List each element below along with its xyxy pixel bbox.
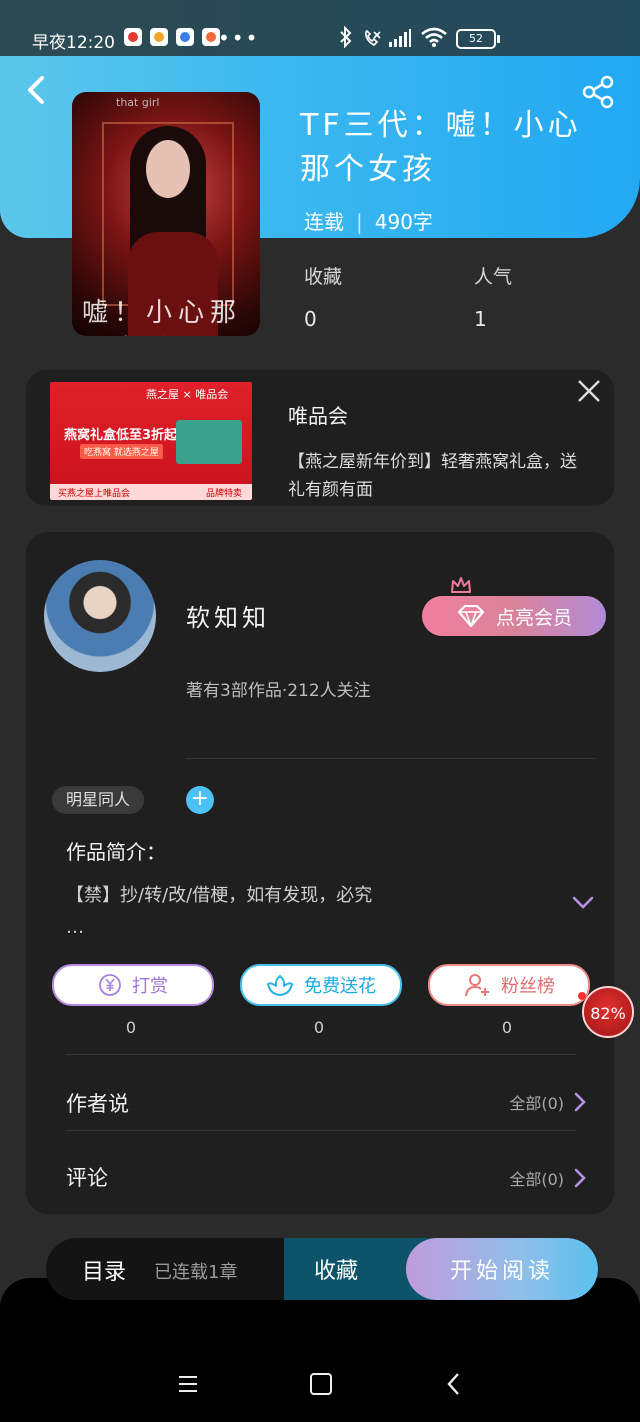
chevron-right-icon: [574, 1092, 586, 1112]
fans-count: 0: [501, 1018, 513, 1037]
notification-app-icon: [124, 28, 142, 46]
table-of-contents-button[interactable]: 目录: [82, 1254, 126, 1286]
chapter-count: 已连载1章: [154, 1262, 238, 1283]
notification-app-icon: [176, 28, 194, 46]
flower-count: 0: [313, 1018, 325, 1037]
favorites-label: 收藏: [304, 266, 343, 288]
user-icon: [465, 974, 489, 997]
more-notifications-icon: •••: [218, 26, 260, 50]
send-flower-button[interactable]: 免费送花: [240, 964, 402, 1006]
book-status-line: 连载 | 490字: [304, 206, 433, 235]
reward-count: 0: [125, 1018, 137, 1037]
cover-top-text: that girl: [116, 96, 160, 109]
reward-button[interactable]: 打赏: [52, 964, 214, 1006]
favorites-stat: 收藏 0: [304, 262, 342, 331]
chevron-down-icon[interactable]: [572, 896, 594, 910]
intro-text-line: 【禁】抄/转/改/借梗，如有发现，必究: [66, 885, 373, 906]
close-icon[interactable]: [576, 378, 602, 404]
menu-icon[interactable]: [178, 1374, 198, 1394]
call-muted-icon: [365, 29, 381, 46]
intro-title: 作品简介：: [66, 840, 166, 864]
chevron-right-icon: [574, 1168, 586, 1188]
system-navigation-bar: [0, 1370, 640, 1400]
reward-label: 打赏: [132, 976, 168, 997]
flower-icon: [267, 975, 293, 996]
ad-image-footer: 买燕之屋上唯品会 品牌特卖: [50, 484, 252, 500]
wifi-icon: [421, 27, 447, 47]
comments-label[interactable]: 评论: [66, 1162, 108, 1192]
fan-ranking-button[interactable]: 粉丝榜: [428, 964, 590, 1006]
author-avatar[interactable]: [44, 560, 156, 672]
favorites-value: 0: [304, 307, 317, 331]
ad-image-tagline: 吃燕窝 就选燕之屋: [80, 444, 163, 459]
home-icon[interactable]: [310, 1373, 332, 1395]
ad-title: 唯品会: [288, 404, 348, 428]
bottom-action-bar: 目录 已连载1章 收藏 开始阅读: [46, 1238, 598, 1300]
author-says-count: 全部(0): [509, 1094, 564, 1113]
ad-image-headline: 燕窝礼盒低至3折起: [64, 428, 178, 443]
ad-image-footer-right: 品牌特卖: [206, 489, 243, 499]
author-name[interactable]: 软知知: [186, 598, 270, 633]
ad-image-footer-left: 买燕之屋上唯品会: [58, 489, 131, 499]
diamond-icon: [457, 605, 485, 627]
book-word-count: 490字: [374, 210, 433, 234]
divider: [186, 758, 596, 759]
author-card: 软知知 点亮会员 著有3部作品·212人关注 明星同人 + 作品简介： 【禁】抄…: [26, 532, 614, 1214]
reading-progress-badge[interactable]: 82%: [582, 986, 634, 1038]
divider: [66, 1054, 576, 1055]
crown-icon: [451, 577, 471, 593]
popularity-value: 1: [474, 307, 487, 331]
battery-indicator: 52: [456, 29, 500, 49]
status-time: 早夜12:20: [32, 33, 115, 53]
signal-icon: [389, 29, 411, 47]
book-cover[interactable]: that girl 嘘！小心那个女孩: [72, 92, 260, 336]
activate-vip-label: 点亮会员: [495, 606, 572, 629]
intro-text: 【禁】抄/转/改/借梗，如有发现，必究 …: [66, 880, 486, 944]
notification-app-icon: [150, 28, 168, 46]
back-icon[interactable]: [22, 72, 52, 108]
cover-title-text: 嘘！小心那个女孩: [82, 298, 243, 336]
popularity-label: 人气: [474, 266, 513, 288]
ad-image[interactable]: 燕之屋 × 唯品会 燕窝礼盒低至3折起 吃燕窝 就选燕之屋 买燕之屋上唯品会 品…: [50, 382, 252, 500]
add-tag-button[interactable]: +: [186, 786, 214, 814]
book-title: TF三代：嘘！小心那个女孩: [300, 108, 582, 187]
back-nav-icon[interactable]: [446, 1372, 462, 1396]
author-says-label[interactable]: 作者说: [66, 1088, 129, 1118]
start-reading-button[interactable]: 开始阅读: [406, 1238, 598, 1300]
ad-product-box: [176, 420, 242, 464]
bluetooth-icon: [340, 26, 352, 48]
author-meta: 著有3部作品·212人关注: [186, 681, 371, 701]
activate-vip-button[interactable]: 点亮会员: [422, 596, 606, 636]
intro-text-more: …: [66, 917, 84, 938]
divider: [66, 1130, 576, 1131]
comments-count: 全部(0): [509, 1170, 564, 1189]
send-flower-label: 免费送花: [304, 976, 376, 997]
fan-ranking-label: 粉丝榜: [501, 976, 555, 997]
genre-tag[interactable]: 明星同人: [52, 786, 145, 814]
book-serial-status: 连载: [304, 210, 344, 234]
yuan-coin-icon: [99, 974, 121, 996]
ad-text: 【燕之屋新年价到】轻奢燕窝礼盒，送礼有颜有面: [288, 452, 577, 500]
cover-figure-face: [146, 140, 190, 198]
ad-image-header: 燕之屋 × 唯品会: [146, 388, 229, 401]
popularity-stat: 人气 1: [474, 262, 512, 331]
start-reading-label: 开始阅读: [449, 1259, 554, 1284]
ad-card[interactable]: 燕之屋 × 唯品会 燕窝礼盒低至3折起 吃燕窝 就选燕之屋 买燕之屋上唯品会 品…: [26, 370, 614, 506]
page: 早夜12:20 ••• 52 that girl 嘘！小心那 TF三代：嘘！小心…: [0, 0, 640, 1422]
comments-link[interactable]: 全部(0): [509, 1166, 586, 1190]
add-to-favorites-label: 收藏: [314, 1259, 359, 1284]
status-app-icons: [124, 28, 220, 46]
status-bar: 早夜12:20 ••• 52: [0, 0, 640, 56]
status-separator: |: [356, 210, 363, 234]
author-says-link[interactable]: 全部(0): [509, 1090, 586, 1114]
